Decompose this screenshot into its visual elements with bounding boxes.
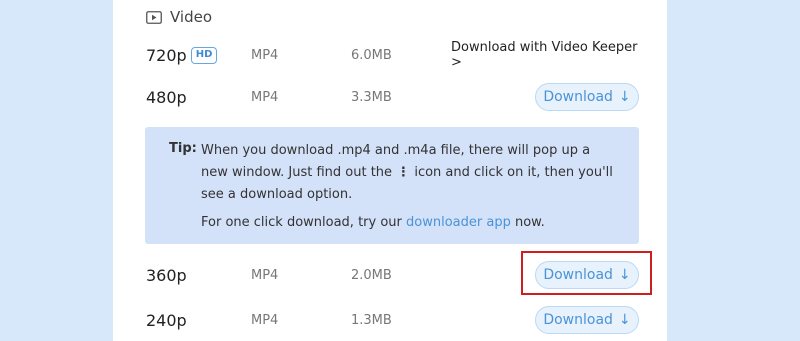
- tip-label: Tip:: [169, 141, 197, 156]
- table-row: 240p MP4 1.3MB Download ↓: [146, 305, 639, 335]
- format-label: MP4: [251, 267, 279, 283]
- table-row: 720p HD MP4 6.0MB Download with Video Ke…: [146, 40, 639, 70]
- resolution-label: 360p: [146, 265, 187, 285]
- video-keeper-link[interactable]: Download with Video Keeper >: [451, 40, 639, 70]
- tip-text: For one click download, try our: [201, 215, 402, 230]
- video-icon: [146, 10, 162, 24]
- download-arrow-icon: ↓: [618, 312, 631, 328]
- size-label: 6.0MB: [351, 47, 392, 63]
- download-button-480p[interactable]: Download ↓: [535, 83, 639, 111]
- tip-box: Tip: When you download .mp4 and .m4a fil…: [145, 127, 639, 244]
- resolution-label: 480p: [146, 87, 187, 107]
- format-label: MP4: [251, 312, 279, 328]
- resolution-cell: 480p: [146, 88, 251, 107]
- resolution-label: 240p: [146, 310, 187, 330]
- download-button-label: Download: [543, 89, 613, 105]
- tip-body: When you download .mp4 and .m4a file, th…: [201, 140, 621, 234]
- download-button-240p[interactable]: Download ↓: [535, 306, 639, 334]
- section-title-text: Video: [170, 8, 213, 26]
- size-label: 1.3MB: [351, 312, 392, 328]
- size-label: 3.3MB: [351, 89, 392, 105]
- format-label: MP4: [251, 89, 279, 105]
- download-arrow-icon: ↓: [618, 89, 631, 105]
- section-title: Video: [146, 7, 212, 27]
- resolution-cell: 360p: [146, 266, 251, 285]
- more-options-icon: ⋮: [396, 165, 410, 180]
- downloader-app-link[interactable]: downloader app: [406, 215, 511, 230]
- tip-paragraph-1: When you download .mp4 and .m4a file, th…: [201, 140, 621, 206]
- table-row: 480p MP4 3.3MB Download ↓: [146, 82, 639, 112]
- tip-text: now.: [514, 215, 545, 230]
- size-label: 2.0MB: [351, 267, 392, 283]
- highlight-box: [521, 251, 652, 295]
- resolution-cell: 240p: [146, 311, 251, 330]
- resolution-label: 720p: [146, 45, 187, 65]
- download-button-label: Download: [543, 312, 613, 328]
- tip-paragraph-2: For one click download, try our download…: [201, 212, 621, 234]
- resolution-cell: 720p HD: [146, 46, 251, 65]
- format-label: MP4: [251, 47, 279, 63]
- hd-badge: HD: [190, 46, 218, 64]
